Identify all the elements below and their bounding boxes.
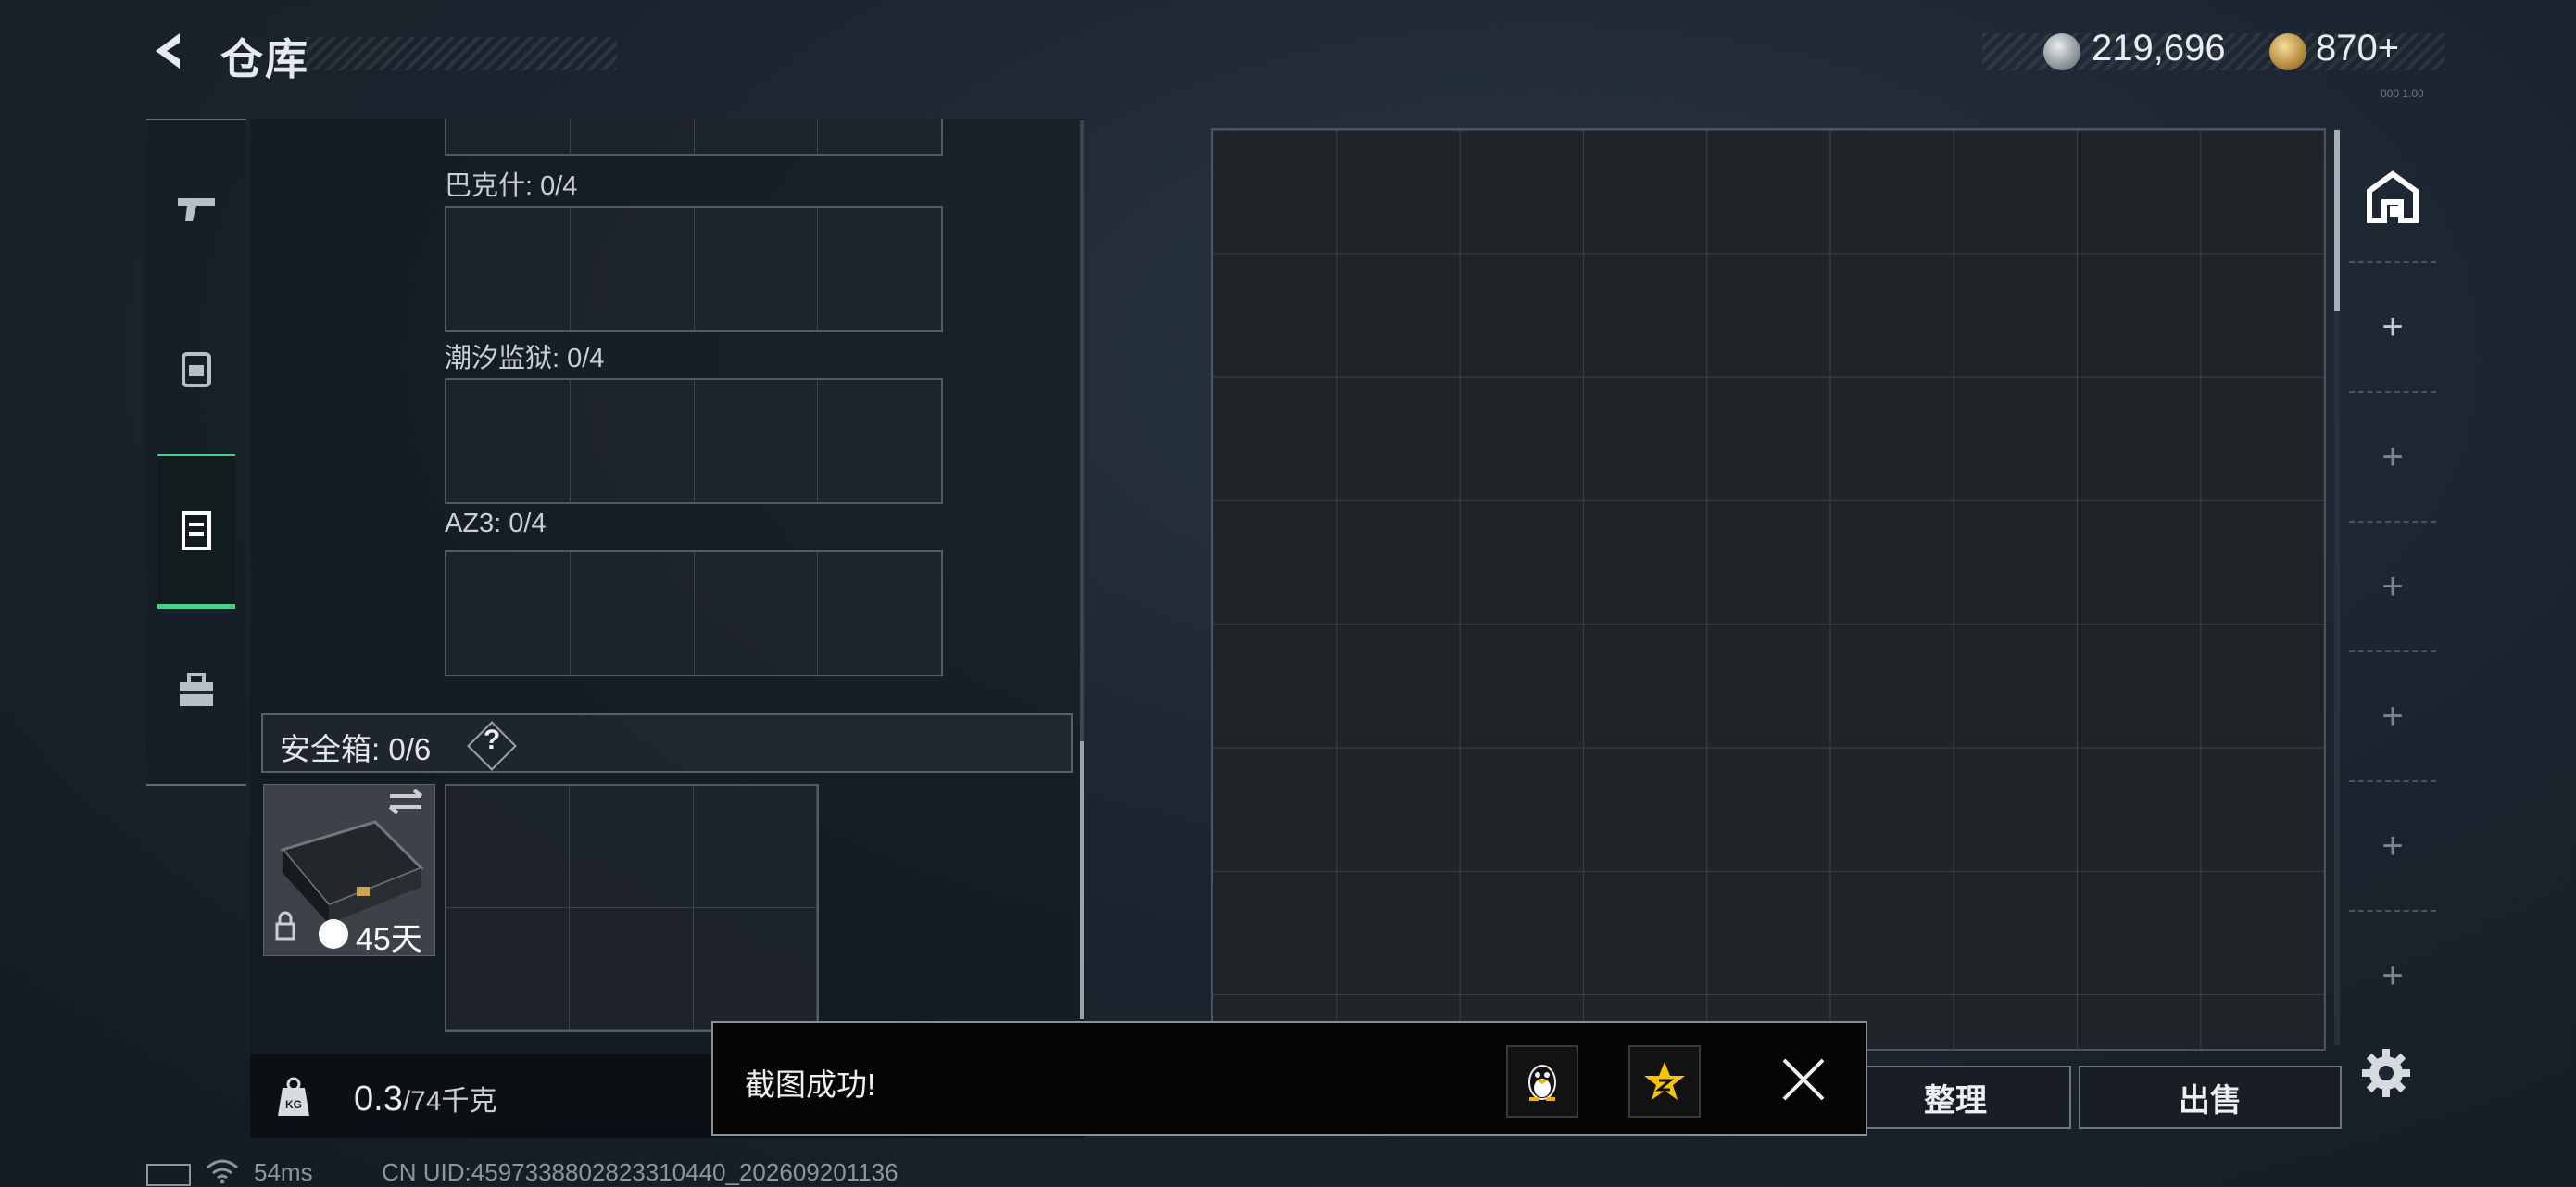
warehouse-grid[interactable] [1211,128,2326,1051]
slot-grid-partial [445,119,943,156]
help-button[interactable]: ? [474,725,509,756]
slot-grid-tidal-prison[interactable] [445,378,943,504]
title-decoration [306,37,617,70]
weight-current: 0.3 [354,1080,403,1118]
warehouse-home-icon [2367,170,2419,223]
storage-scrollbar-thumb[interactable] [1080,741,1084,1019]
tab-toolbox[interactable] [157,652,235,730]
warehouse-page-tab-add-5[interactable]: + [2349,782,2436,912]
plus-icon: + [2381,695,2404,737]
share-qq-button[interactable] [1506,1045,1578,1118]
warehouse-page-tab-add-6[interactable]: + [2349,912,2436,1040]
weight-max: /74千克 [402,1086,497,1117]
version-label: 000 1.00 [2381,87,2424,100]
page-title: 仓库 [220,35,309,83]
slot-label-bakesh: 巴克什: 0/4 [445,171,578,201]
silver-coin-icon [2043,33,2080,70]
briefcase-icon [180,673,213,706]
back-arrow-icon[interactable] [146,28,193,74]
safe-box-duration: 45天 [356,922,422,957]
tab-equipment[interactable] [157,330,235,408]
weight-kg-icon: KG [278,1077,309,1116]
qzone-star-icon [1644,1062,1685,1100]
pistol-icon [178,198,215,221]
gold-currency-value[interactable]: 870+ [2316,28,2399,69]
warehouse-page-tab-1[interactable] [2349,133,2436,263]
sell-button[interactable]: 出售 [2079,1066,2342,1129]
silver-currency-value: 219,696 [2092,28,2226,69]
ping-indicator: 54ms [254,1158,313,1186]
plus-icon: + [2381,954,2404,996]
backpack-icon [182,352,211,387]
slot-label-tidal-prison: 潮汐监狱: 0/4 [445,344,605,373]
safe-box-grid[interactable] [445,784,819,1032]
close-icon[interactable] [1780,1056,1827,1103]
warehouse-page-tab-add-4[interactable]: + [2349,652,2436,782]
slot-grid-bakesh[interactable] [445,206,943,332]
warehouse-page-tab-add-2[interactable]: + [2349,393,2436,523]
svg-text:KG: KG [285,1098,302,1111]
qq-penguin-icon [1528,1065,1556,1101]
plus-icon: + [2381,565,2404,607]
toast-message: 截图成功! [745,1067,876,1102]
tab-weapons[interactable] [157,169,235,246]
sort-button[interactable]: 整理 [1840,1066,2071,1129]
gold-coin-icon [2269,33,2306,70]
gear-icon[interactable] [2360,1047,2412,1099]
plus-icon: + [2381,825,2404,866]
slot-grid-az3[interactable] [445,550,943,676]
plus-icon: + [2381,436,2404,477]
warehouse-scrollbar-thumb[interactable] [2334,130,2340,311]
slot-label-az3: AZ3: 0/4 [445,509,547,538]
uid-label: CN UID:4597338802823310440_202609201136 [382,1158,898,1186]
wifi-icon [207,1159,238,1184]
safe-box-label: 安全箱: 0/6 [280,732,432,766]
share-qzone-button[interactable] [1628,1045,1701,1118]
clock-icon [319,919,348,949]
warehouse-page-tab-add-3[interactable]: + [2349,523,2436,652]
tab-storage[interactable] [157,454,235,609]
storage-box-icon [182,511,211,550]
warehouse-page-tab-add-1[interactable]: + [2349,263,2436,393]
weight-value: 0.3/74千克 [354,1078,497,1119]
plus-icon: + [2381,306,2404,347]
battery-icon [146,1164,191,1186]
